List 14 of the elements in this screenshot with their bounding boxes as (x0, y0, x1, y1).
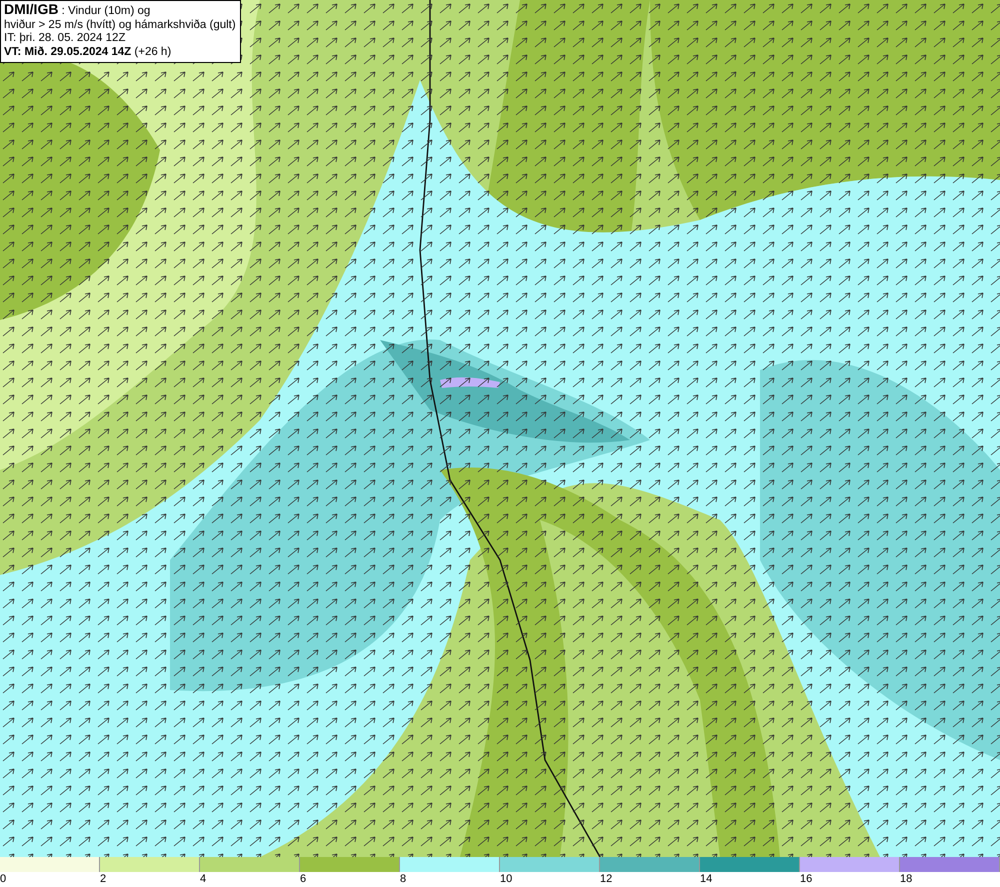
title-line: DMI/IGB : Vindur (10m) og (4, 3, 152, 18)
title-line: hviður > 25 m/s (hvítt) og hámarkshviða (gult) (4, 18, 236, 32)
legend-label: 2 (100, 872, 106, 886)
title-line: VT: Mið. 29.05.2024 14Z (+26 h) (4, 46, 172, 59)
legend-label: 14 (700, 872, 712, 886)
legend-label: 10 (500, 872, 512, 886)
legend-label: 6 (300, 872, 306, 886)
legend-label: 4 (200, 872, 206, 886)
title-line: IT: þri. 28. 05. 2024 12Z (4, 32, 126, 46)
legend-label: 12 (600, 872, 612, 886)
legend-label: 18 (900, 872, 912, 886)
legend-label: 16 (800, 872, 812, 886)
legend-label: 0 (0, 872, 6, 886)
legend-label: 8 (400, 872, 406, 886)
